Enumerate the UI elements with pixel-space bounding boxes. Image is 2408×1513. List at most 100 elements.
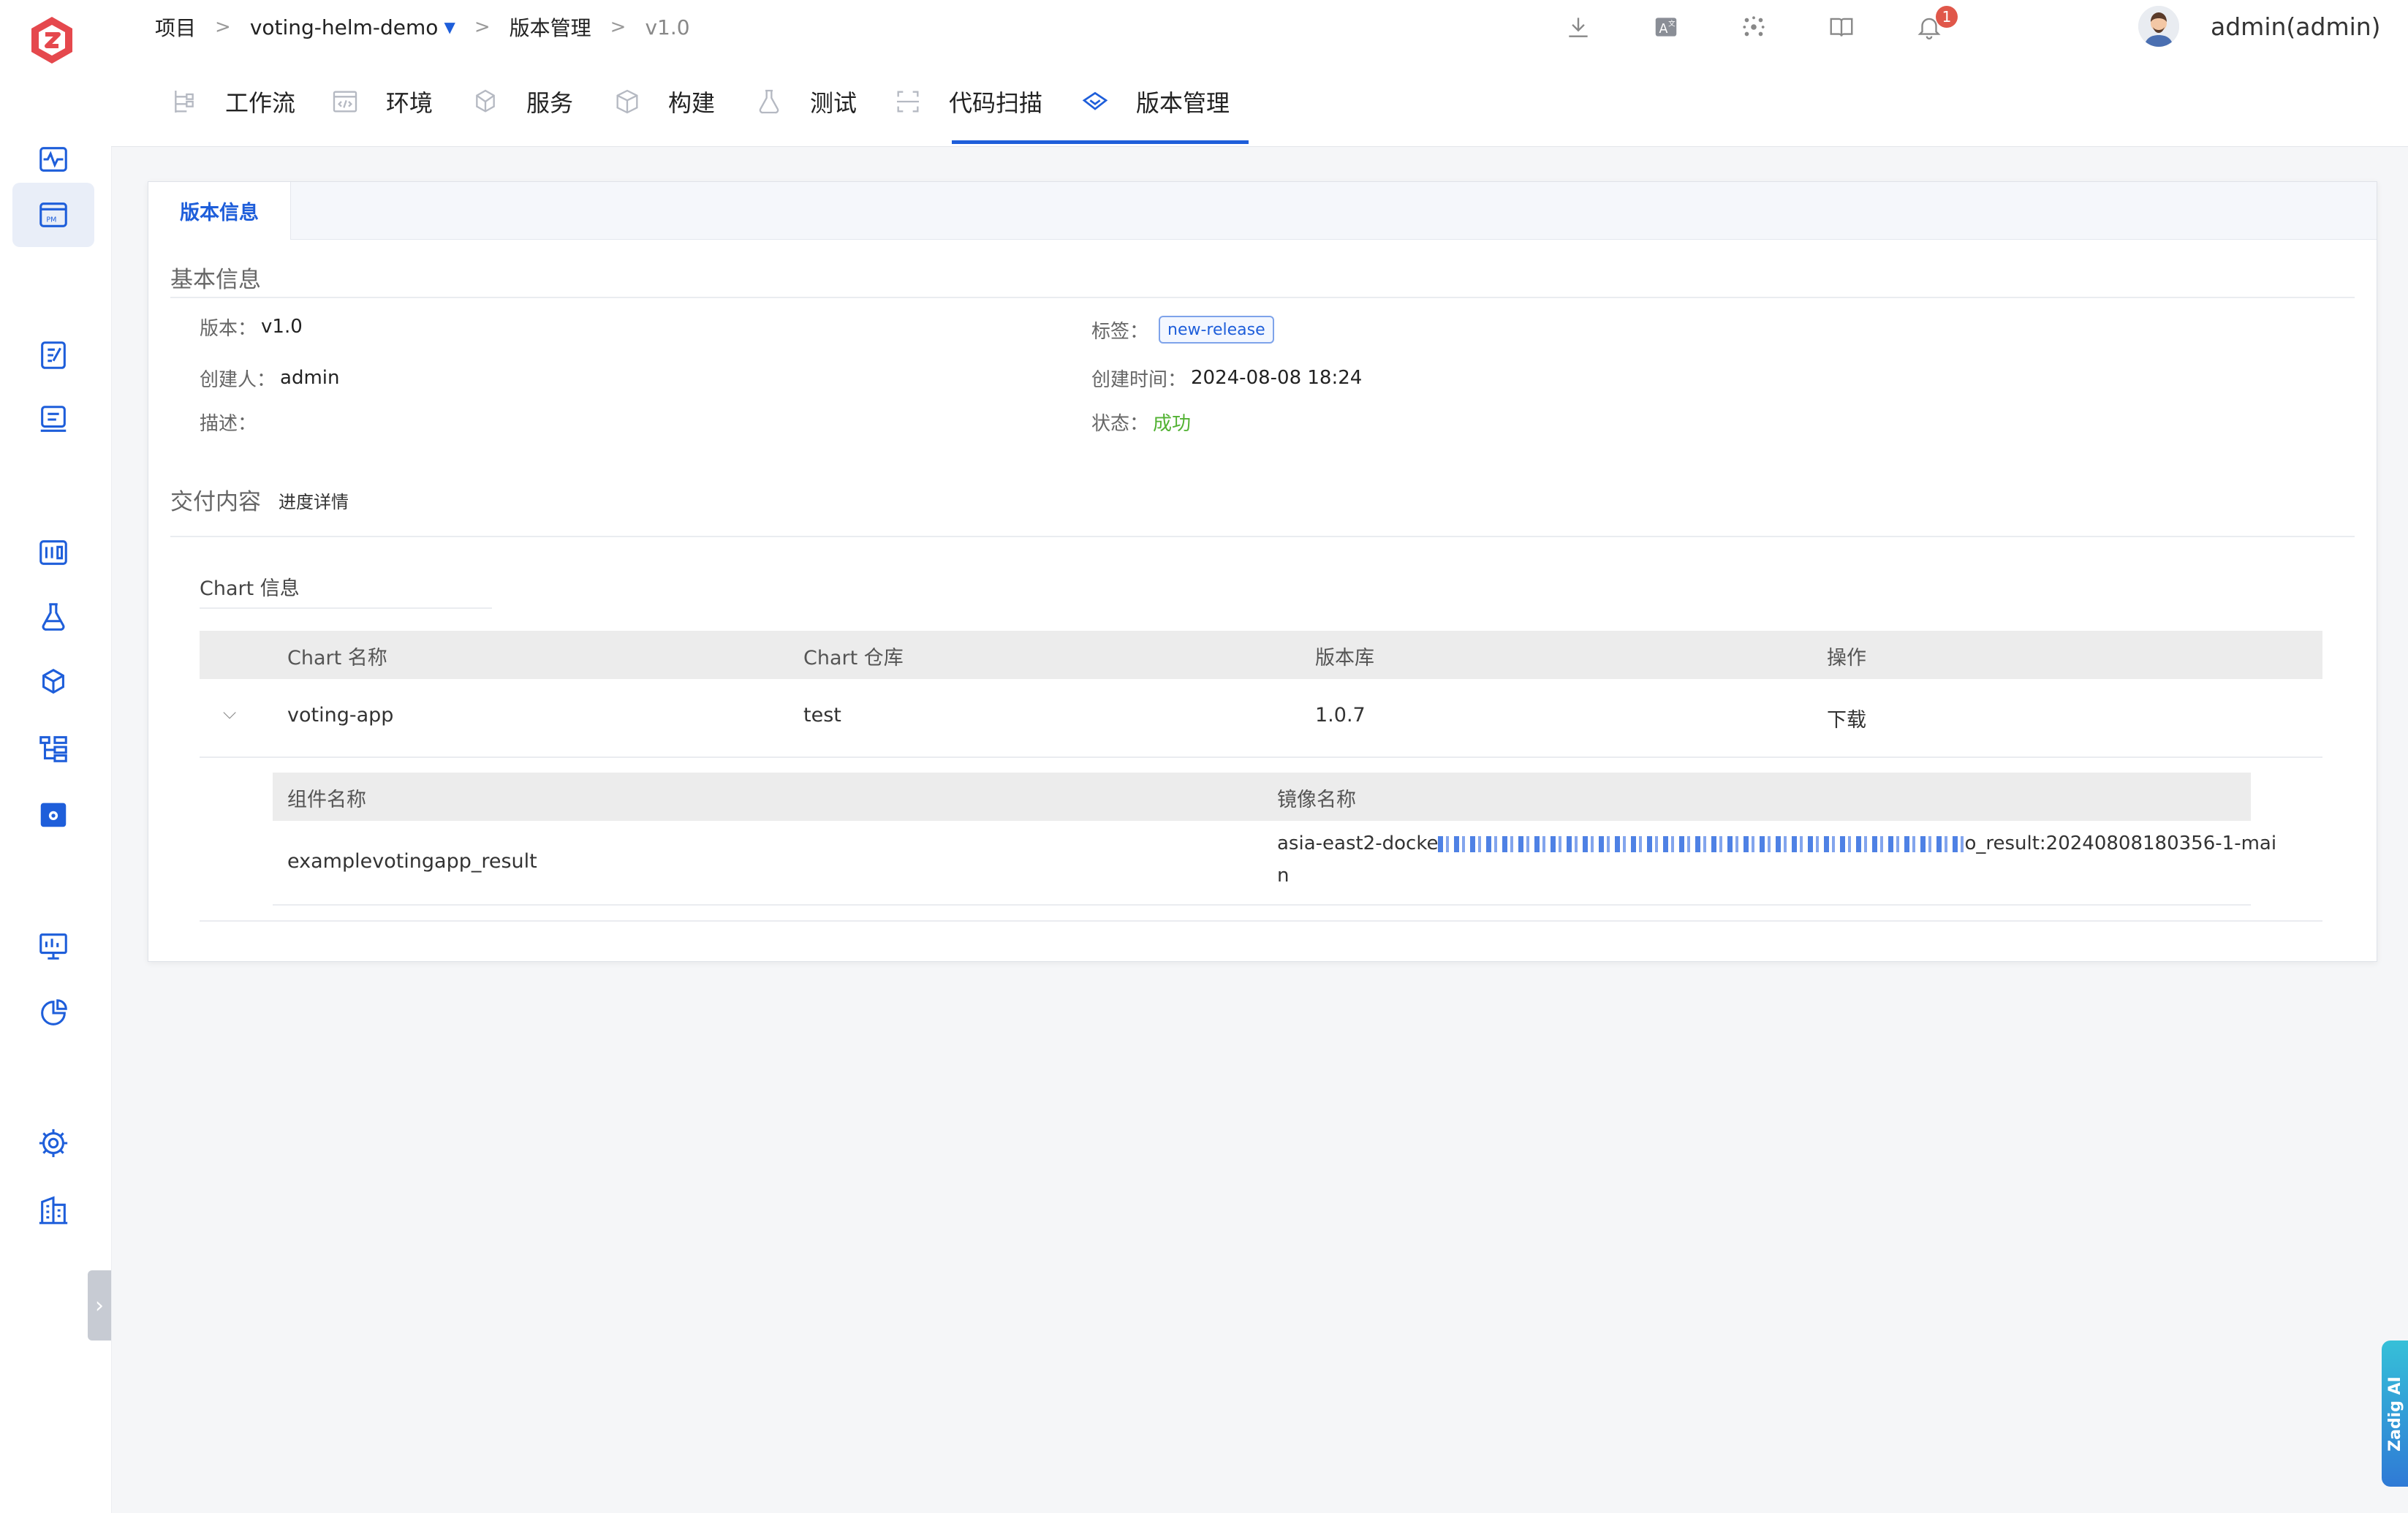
sidebar-item-overview[interactable] <box>12 127 94 192</box>
component-name-cell: examplevotingapp_result <box>287 850 537 873</box>
svg-text:文: 文 <box>1668 19 1676 28</box>
tab-version-management[interactable]: 版本管理 <box>1080 57 1230 146</box>
breadcrumb-separator: > <box>610 16 626 38</box>
tab-label: 环境 <box>386 89 433 117</box>
chart-info-title: Chart 信息 <box>200 577 300 600</box>
chart-table-header <box>200 631 2322 679</box>
image-table-header <box>273 773 2251 821</box>
created-time-field: 创建时间： 2024-08-08 18:24 <box>1091 363 1362 393</box>
breadcrumb-projects[interactable]: 项目 <box>155 12 196 42</box>
breadcrumb-section[interactable]: 版本管理 <box>510 12 591 42</box>
tab-test[interactable]: 测试 <box>754 57 857 146</box>
breadcrumb-separator: > <box>215 16 231 38</box>
services-cube-icon <box>476 89 495 113</box>
chart-name-cell: voting-app <box>287 704 394 727</box>
divider <box>170 297 2355 298</box>
creator-field: 创建人： admin <box>200 363 339 393</box>
download-icon[interactable] <box>1561 10 1595 44</box>
tab-build[interactable]: 构建 <box>613 57 715 146</box>
flask-icon <box>42 603 65 631</box>
status-value: 成功 <box>1153 412 1192 435</box>
divider <box>273 904 2251 906</box>
project-tabs: 工作流 环境 服务 构建 测试 代码扫描 版本管理 <box>111 57 2408 147</box>
gear-icon <box>39 1129 68 1158</box>
pulse-icon <box>39 147 67 172</box>
description-label: 描述： <box>200 412 257 435</box>
column-header-image: 镜像名称 <box>1277 789 1356 811</box>
sidebar-item-insight[interactable] <box>12 981 94 1045</box>
status-label: 状态： <box>1091 412 1149 435</box>
language-icon[interactable]: A文 <box>1649 10 1683 44</box>
created-time-label: 创建时间： <box>1091 368 1187 391</box>
tab-environment[interactable]: 环境 <box>330 57 433 146</box>
sidebar: PM › <box>0 0 112 1513</box>
version-field: 版本： v1.0 <box>200 312 303 341</box>
chevron-down-icon[interactable]: ⌵ <box>223 702 236 723</box>
sidebar-item-delivery[interactable] <box>12 716 94 781</box>
breadcrumb: 项目 > voting-helm-demo ▼ > 版本管理 > v1.0 <box>155 0 690 54</box>
sidebar-item-plans[interactable] <box>12 323 94 387</box>
basic-info-title: 基本信息 <box>170 267 261 293</box>
divider <box>170 536 2355 537</box>
tab-version-info[interactable]: 版本信息 <box>148 182 291 240</box>
edit-list-icon <box>41 341 66 369</box>
tab-label: 工作流 <box>225 89 296 117</box>
chart-repo-cell: test <box>803 704 841 727</box>
breadcrumb-separator: > <box>474 16 491 38</box>
sidebar-expand-handle[interactable]: › <box>88 1270 111 1341</box>
redacted-segment <box>1438 835 1965 852</box>
image-name-cell[interactable]: asia-east2-docke o_result:20240808180356-… <box>1277 833 2276 854</box>
sidebar-item-artifacts[interactable] <box>12 651 94 715</box>
book-icon[interactable] <box>1825 10 1858 44</box>
sidebar-item-monitor[interactable] <box>12 914 94 978</box>
creator-label: 创建人： <box>200 368 276 391</box>
description-field: 描述： <box>200 407 257 436</box>
sidebar-item-tests[interactable] <box>12 585 94 649</box>
sidebar-item-enterprise[interactable] <box>12 1178 94 1243</box>
sidebar-item-release[interactable] <box>12 387 94 452</box>
tag-badge: new-release <box>1159 316 1274 344</box>
tag-field: 标签： new-release <box>1091 315 1274 344</box>
sidebar-item-projects[interactable]: PM <box>12 183 94 247</box>
divider <box>200 607 492 609</box>
flow-icon <box>39 736 67 762</box>
avatar[interactable] <box>2138 6 2179 47</box>
download-link[interactable]: 下载 <box>1827 704 1866 732</box>
notification-badge[interactable]: 1 <box>1936 6 1958 28</box>
breadcrumb-project-name[interactable]: voting-helm-demo <box>250 15 439 39</box>
created-time-value: 2024-08-08 18:24 <box>1191 367 1363 389</box>
image-name-prefix: asia-east2-docke <box>1277 833 1439 854</box>
status-field: 状态： 成功 <box>1091 407 1191 436</box>
tab-label: 代码扫描 <box>949 89 1043 117</box>
sidebar-item-builds[interactable] <box>12 520 94 585</box>
active-tab-indicator <box>952 140 1249 144</box>
building-icon <box>39 1196 68 1224</box>
tab-services[interactable]: 服务 <box>471 57 573 146</box>
build-box-icon <box>616 89 638 114</box>
progress-detail-link[interactable]: 进度详情 <box>279 488 349 513</box>
sidebar-item-system-settings[interactable] <box>12 1111 94 1175</box>
workflow-icon <box>175 91 194 113</box>
scan-icon <box>897 91 919 113</box>
tab-code-scan[interactable]: 代码扫描 <box>893 57 1042 146</box>
settings-box-icon <box>40 803 67 827</box>
tab-workflow[interactable]: 工作流 <box>170 57 295 146</box>
zadig-ai-button[interactable]: Zadig AI <box>2382 1341 2408 1487</box>
image-name-wrap[interactable]: n <box>1277 865 1289 887</box>
tab-label: 服务 <box>526 89 574 117</box>
zadig-logo[interactable] <box>28 15 76 66</box>
tag-label: 标签： <box>1091 320 1149 343</box>
delivery-title: 交付内容 <box>170 489 261 515</box>
sidebar-item-templates[interactable] <box>12 782 94 846</box>
pie-chart-icon <box>41 999 67 1025</box>
creator-value: admin <box>280 367 340 389</box>
chevron-down-icon[interactable]: ▼ <box>444 18 455 36</box>
tab-label: 构建 <box>668 89 716 117</box>
username[interactable]: admin(admin) <box>2211 10 2381 44</box>
diamond-icon <box>1082 91 1108 110</box>
plugin-icon[interactable] <box>1737 10 1771 44</box>
divider <box>200 920 2322 922</box>
version-detail-card: 版本信息 基本信息 版本： v1.0 标签： new-release 创建人： … <box>148 181 2377 962</box>
flask-icon <box>759 89 779 114</box>
image-name-suffix: o_result:20240808180356-1-mai <box>1964 833 2277 854</box>
